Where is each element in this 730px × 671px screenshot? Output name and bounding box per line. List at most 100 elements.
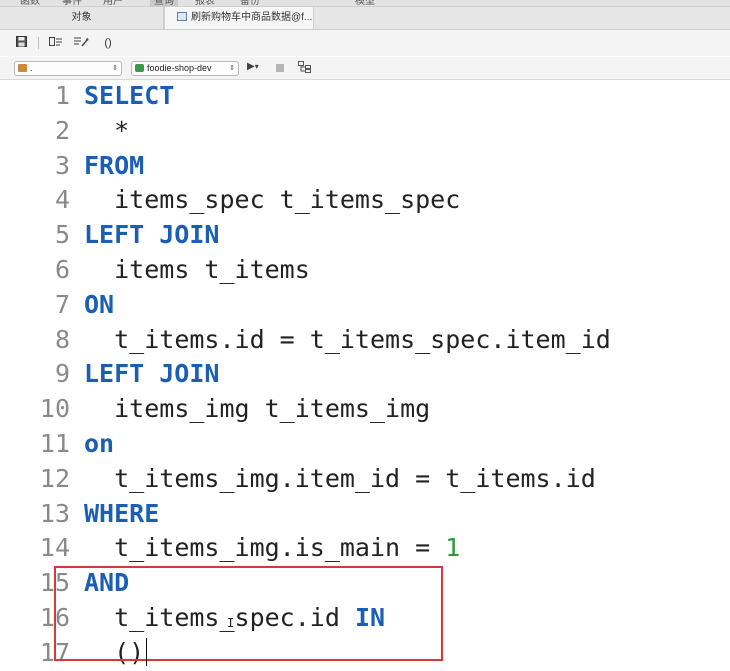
sql-text: items_img t_items_img: [114, 394, 431, 424]
menu-item[interactable]: 函数: [20, 0, 40, 6]
save-icon: [15, 36, 27, 47]
sql-text: *: [114, 115, 130, 145]
query-toolbar: (): [0, 30, 730, 56]
sql-keyword: ON: [84, 289, 115, 319]
line-number: 2: [54, 115, 70, 145]
database-select[interactable]: foodie-shop-dev ⇕: [131, 61, 239, 76]
menu-item[interactable]: 查询: [150, 0, 178, 6]
line-number: 6: [54, 255, 70, 284]
code-line[interactable]: 11 on: [0, 427, 730, 462]
ibeam-cursor-icon: I: [227, 616, 235, 630]
line-number: 1: [54, 81, 70, 110]
main-menu-strip: 函数 事件 用户 查询 报表 备份 Automation 模型: [0, 0, 730, 7]
code-line[interactable]: 10 items_img t_items_img: [0, 392, 730, 427]
sql-text: t_items_img.is_main =: [114, 533, 446, 563]
toolbar-divider: [38, 37, 39, 49]
sql-keyword: LEFT JOIN: [84, 359, 220, 389]
code-line[interactable]: 14 t_items_img.is_main = 1: [0, 531, 730, 566]
chevron-updown-icon: ⇕: [229, 65, 235, 72]
menu-item[interactable]: 事件: [62, 0, 82, 6]
line-number: 5: [54, 220, 70, 250]
connection-select-value: .: [30, 63, 33, 73]
code-line[interactable]: 12 t_items_img.item_id = t_items.id: [0, 462, 730, 497]
menu-item[interactable]: Automation: [283, 0, 334, 3]
run-button[interactable]: ▶▾: [247, 61, 259, 72]
menu-item[interactable]: 用户: [103, 0, 123, 6]
connection-icon: [18, 64, 27, 72]
explain-icon: [298, 61, 311, 73]
line-number: 12: [39, 463, 70, 493]
text-caret: [146, 638, 147, 666]
beautify-icon: [74, 37, 89, 47]
code-line[interactable]: 13 WHERE: [0, 497, 730, 532]
run-icon: ▶: [247, 61, 255, 72]
connection-bar: . ⇕ foodie-shop-dev ⇕ ▶▾: [0, 57, 730, 80]
code-line[interactable]: 2 *: [0, 114, 730, 149]
line-number: 4: [54, 185, 70, 215]
code-line[interactable]: 7 ON: [0, 288, 730, 323]
chevron-updown-icon: ⇕: [112, 65, 118, 72]
tab-objects-label: 对象: [71, 12, 92, 23]
sql-keyword: WHERE: [84, 498, 160, 528]
line-number: 7: [54, 289, 70, 319]
code-text: FROM: [84, 149, 144, 184]
sql-keyword: LEFT JOIN: [84, 220, 220, 250]
code-line[interactable]: 8 t_items.id = t_items_spec.item_id: [0, 323, 730, 358]
explain-button[interactable]: [298, 61, 312, 76]
connection-select[interactable]: . ⇕: [14, 61, 122, 76]
code-text: *: [84, 114, 129, 149]
sql-number: 1: [445, 533, 461, 563]
code-text: LEFT JOIN: [84, 218, 219, 253]
format-button[interactable]: [48, 36, 64, 50]
code-text: items_img t_items_img: [84, 392, 430, 427]
menu-item[interactable]: 模型: [355, 0, 375, 6]
menu-item[interactable]: 备份: [240, 0, 260, 6]
code-line[interactable]: 6 items t_items: [0, 253, 730, 288]
format-icon: [49, 37, 62, 46]
annotation-highlight-box: [54, 566, 443, 661]
menu-item[interactable]: 报表: [195, 0, 215, 6]
code-text: t_items_img.is_main = 1: [84, 531, 460, 566]
database-select-value: foodie-shop-dev: [147, 63, 212, 73]
code-line[interactable]: 4 items_spec t_items_spec: [0, 183, 730, 218]
code-line[interactable]: 3 FROM: [0, 149, 730, 184]
line-number: 13: [39, 498, 70, 528]
sql-text: t_items_img.item_id = t_items.id: [114, 463, 596, 493]
line-number: 8: [54, 324, 70, 354]
stop-button[interactable]: [276, 64, 284, 72]
beautify-button[interactable]: [72, 36, 90, 50]
tab-query[interactable]: 刷新购物车中商品数据@f...: [164, 7, 314, 29]
code-text: on: [84, 427, 114, 462]
sql-text: t_items.id = t_items_spec.item_id: [114, 324, 611, 354]
line-number: 9: [54, 359, 70, 389]
query-table-icon: [177, 12, 187, 21]
code-line[interactable]: 1 SELECT: [0, 79, 730, 114]
code-text: LEFT JOIN: [84, 357, 219, 392]
chevron-down-icon: ▾: [254, 62, 259, 71]
save-button[interactable]: [14, 36, 28, 50]
code-snippet-label: (): [104, 37, 112, 49]
code-text: SELECT: [84, 79, 174, 114]
database-icon: [135, 64, 144, 72]
code-text: ON: [84, 288, 114, 323]
line-number: 3: [54, 150, 70, 180]
code-text: WHERE: [84, 497, 159, 532]
tab-query-label: 刷新购物车中商品数据@f...: [191, 12, 313, 23]
code-text: items_spec t_items_spec: [84, 183, 460, 218]
line-number: 14: [39, 533, 70, 563]
sql-text: items t_items: [114, 255, 310, 284]
code-line[interactable]: 9 LEFT JOIN: [0, 357, 730, 392]
code-snippet-button[interactable]: (): [100, 36, 116, 50]
sql-keyword: SELECT: [84, 81, 175, 110]
code-line[interactable]: 5 LEFT JOIN: [0, 218, 730, 253]
code-text: t_items.id = t_items_spec.item_id: [84, 323, 611, 358]
tab-objects[interactable]: 对象: [0, 7, 164, 29]
code-text: items t_items: [84, 253, 310, 288]
